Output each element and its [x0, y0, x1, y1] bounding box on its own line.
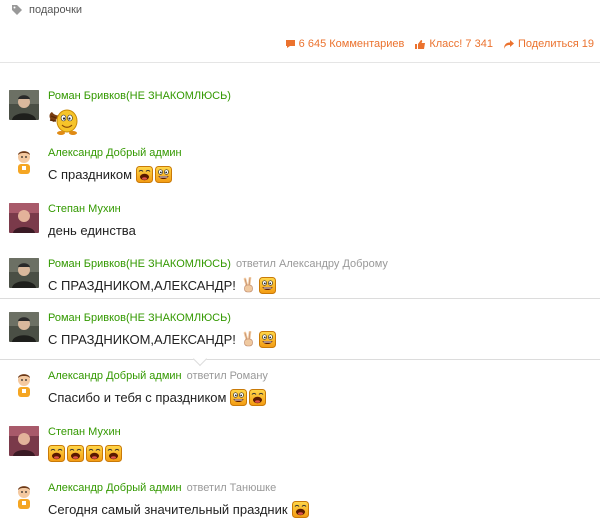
victory-hand-icon [240, 277, 257, 294]
avatar[interactable] [9, 370, 39, 400]
avatar[interactable] [9, 90, 39, 120]
author-link[interactable]: Александр Добрый админ [48, 482, 182, 494]
comments-count: 6 645 Комментариев [298, 38, 405, 50]
avatar[interactable] [9, 312, 39, 342]
author-link[interactable]: Степан Мухин [48, 203, 121, 215]
avatar[interactable] [9, 203, 39, 233]
laughing-smiley-icon [292, 501, 309, 518]
author-link[interactable]: Александр Добрый админ [48, 147, 182, 159]
comment-header: Роман Бривков(НЕ ЗНАКОМЛЮСЬ) ответил Алек… [48, 258, 388, 270]
reply-to-label[interactable]: ответил Александру Доброму [236, 258, 388, 270]
comment-body: Спасибо и тебя с праздником [48, 386, 266, 408]
avatar[interactable] [9, 147, 39, 177]
comment-body: С праздником [48, 163, 172, 185]
share-button[interactable]: Поделиться 19 [503, 38, 594, 50]
comment-body: день единства [48, 219, 138, 241]
author-link[interactable]: Александр Добрый админ [48, 370, 182, 382]
laughing-smiley-icon [136, 166, 153, 183]
comments-button[interactable]: 6 645 Комментариев [285, 38, 405, 50]
comment-text: Спасибо и тебя с праздником [48, 389, 227, 405]
tag-row[interactable]: подарочки [11, 3, 82, 17]
comment-text: С праздником [48, 166, 133, 182]
laughing-smiley-icon [48, 445, 65, 462]
avatar[interactable] [9, 258, 39, 288]
avatar[interactable] [9, 426, 39, 456]
author-link[interactable]: Степан Мухин [48, 426, 121, 438]
shares-count: Поделиться 19 [517, 38, 594, 50]
comment-text: Сегодня самый значительный праздник [48, 501, 288, 517]
comment-body: Сегодня самый значительный праздник [48, 498, 309, 520]
comment-header: Роман Бривков(НЕ ЗНАКОМЛЮСЬ) [48, 312, 231, 324]
tag-label: подарочки [29, 4, 83, 16]
thread-notch [192, 351, 208, 367]
comment-text: С ПРАЗДНИКОМ,АЛЕКСАНДР! [48, 331, 236, 347]
comment-body: С ПРАЗДНИКОМ,АЛЕКСАНДР! [48, 328, 276, 350]
avatar[interactable] [9, 482, 39, 512]
comment-header: Степан Мухин [48, 426, 121, 438]
likes-count: Класс! 7 341 [429, 38, 493, 50]
comment-text: день единства [48, 222, 136, 238]
post-stats: 6 645 Комментариев Класс! 7 341 Поделить… [285, 38, 594, 50]
author-link[interactable]: Роман Бривков(НЕ ЗНАКОМЛЮСЬ) [48, 258, 231, 270]
tag-icon [11, 4, 23, 16]
reply-to-label[interactable]: ответил Танюшке [187, 482, 277, 494]
thumbs-up-icon [414, 39, 426, 50]
author-link[interactable]: Роман Бривков(НЕ ЗНАКОМЛЮСЬ) [48, 312, 231, 324]
hedgehog-sticker-icon [48, 106, 84, 136]
laughing-smiley-icon [86, 445, 103, 462]
comment-header: Александр Добрый админ ответил Танюшке [48, 482, 276, 494]
grinning-smiley-icon [259, 331, 276, 348]
victory-hand-icon [240, 331, 257, 348]
comment-bubble-icon [285, 39, 296, 49]
thread-separator [0, 359, 600, 360]
comment-body: С ПРАЗДНИКОМ,АЛЕКСАНДР! [48, 274, 276, 296]
reply-to-label[interactable]: ответил Роману [187, 370, 268, 382]
author-link[interactable]: Роман Бривков(НЕ ЗНАКОМЛЮСЬ) [48, 90, 231, 102]
comment-text: С ПРАЗДНИКОМ,АЛЕКСАНДР! [48, 277, 236, 293]
comment-body [48, 442, 122, 464]
comment-header: Александр Добрый админ ответил Роману [48, 370, 268, 382]
laughing-smiley-icon [105, 445, 122, 462]
comment-body [48, 106, 84, 128]
grinning-smiley-icon [155, 166, 172, 183]
comment-header: Александр Добрый админ [48, 147, 182, 159]
grinning-smiley-icon [259, 277, 276, 294]
laughing-smiley-icon [249, 389, 266, 406]
comment-header: Степан Мухин [48, 203, 121, 215]
like-button[interactable]: Класс! 7 341 [414, 38, 493, 50]
grinning-smiley-icon [230, 389, 247, 406]
comment-header: Роман Бривков(НЕ ЗНАКОМЛЮСЬ) [48, 90, 231, 102]
divider [0, 62, 600, 63]
laughing-smiley-icon [67, 445, 84, 462]
thread-separator [0, 298, 600, 299]
share-arrow-icon [503, 39, 515, 50]
